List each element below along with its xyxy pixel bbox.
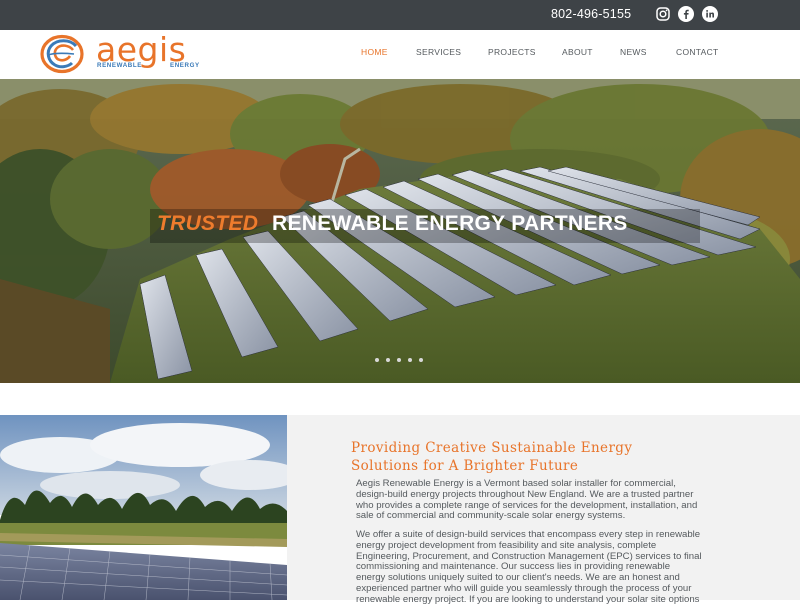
nav-projects[interactable]: PROJECTS [488, 47, 536, 57]
paragraph-line: design-build energy projects throughout … [356, 488, 694, 500]
nav-contact[interactable]: CONTACT [676, 47, 719, 57]
slider-dot[interactable] [397, 358, 401, 362]
slider-dot[interactable] [419, 358, 423, 362]
slider-dot[interactable] [386, 358, 390, 362]
intro-section: Providing Creative Sustainable Energy So… [0, 383, 800, 605]
aegis-logo[interactable]: aegis RENEWABLE ENERGY [40, 30, 210, 76]
intro-heading-line: Solutions for A Brighter Future [351, 458, 579, 474]
slider-dot[interactable] [375, 358, 379, 362]
intro-paragraph-2: We offer a suite of design-build service… [356, 529, 746, 606]
hero-headline-highlight: TRUSTED [157, 212, 259, 235]
facebook-icon[interactable] [678, 6, 694, 22]
paragraph-line: sale of commercial and community-scale s… [356, 510, 626, 522]
linkedin-icon[interactable] [702, 6, 718, 22]
nav-services[interactable]: SERVICES [416, 47, 461, 57]
instagram-icon[interactable] [655, 6, 671, 22]
slider-dot[interactable] [408, 358, 412, 362]
hero-headline-rest: RENEWABLE ENERGY PARTNERS [272, 212, 628, 235]
intro-heading-line: Providing Creative Sustainable Energy [351, 440, 633, 456]
phone-number-link[interactable]: 802-496-5155 [551, 7, 631, 21]
nav-about[interactable]: ABOUT [562, 47, 593, 57]
top-bar: 802-496-5155 [0, 0, 800, 30]
intro-heading: Providing Creative Sustainable Energy So… [351, 439, 751, 475]
site-header: aegis RENEWABLE ENERGY HOME SERVICES PRO… [0, 30, 800, 78]
aegis-logo-mark-icon [40, 34, 84, 74]
paragraph-line: renewable energy project. If you are loo… [356, 593, 700, 605]
intro-paragraph-1: Aegis Renewable Energy is a Vermont base… [356, 478, 746, 522]
nav-home[interactable]: HOME [361, 47, 388, 57]
paragraph-line: energy project development from feasibil… [356, 539, 657, 551]
nav-news[interactable]: NEWS [620, 47, 647, 57]
logo-tagline-left: RENEWABLE [97, 62, 142, 69]
logo-tagline-right: ENERGY [170, 62, 200, 69]
hero-slider[interactable]: TRUSTED RENEWABLE ENERGY PARTNERS [0, 79, 800, 383]
solar-array-photo [0, 415, 287, 600]
